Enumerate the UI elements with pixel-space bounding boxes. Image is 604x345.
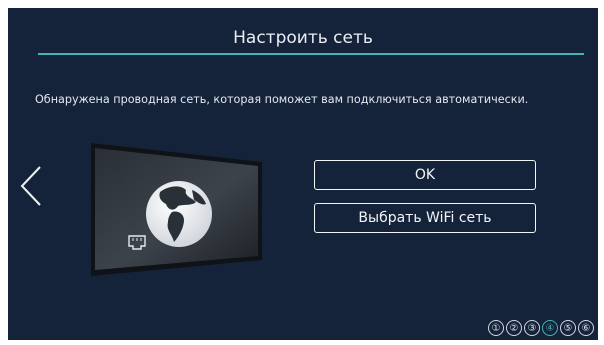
globe-icon [146,181,212,247]
network-setup-screen: Настроить сеть Обнаружена проводная сеть… [8,8,598,340]
select-wifi-button[interactable]: Выбрать WiFi сеть [314,203,536,233]
step-1: ① [488,320,504,336]
step-indicator: ① ② ③ ④ ⑤ ⑥ [488,320,594,336]
title-underline [38,53,584,55]
chevron-left-icon[interactable] [18,163,46,209]
tv-illustration-icon [91,143,262,276]
step-2: ② [506,320,522,336]
description-text: Обнаружена проводная сеть, которая помож… [35,93,529,106]
step-3: ③ [524,320,540,336]
step-5: ⑤ [560,320,576,336]
ok-button[interactable]: OK [314,160,536,190]
step-6: ⑥ [578,320,594,336]
page-title: Настроить сеть [233,28,373,48]
step-4-current: ④ [542,320,558,336]
